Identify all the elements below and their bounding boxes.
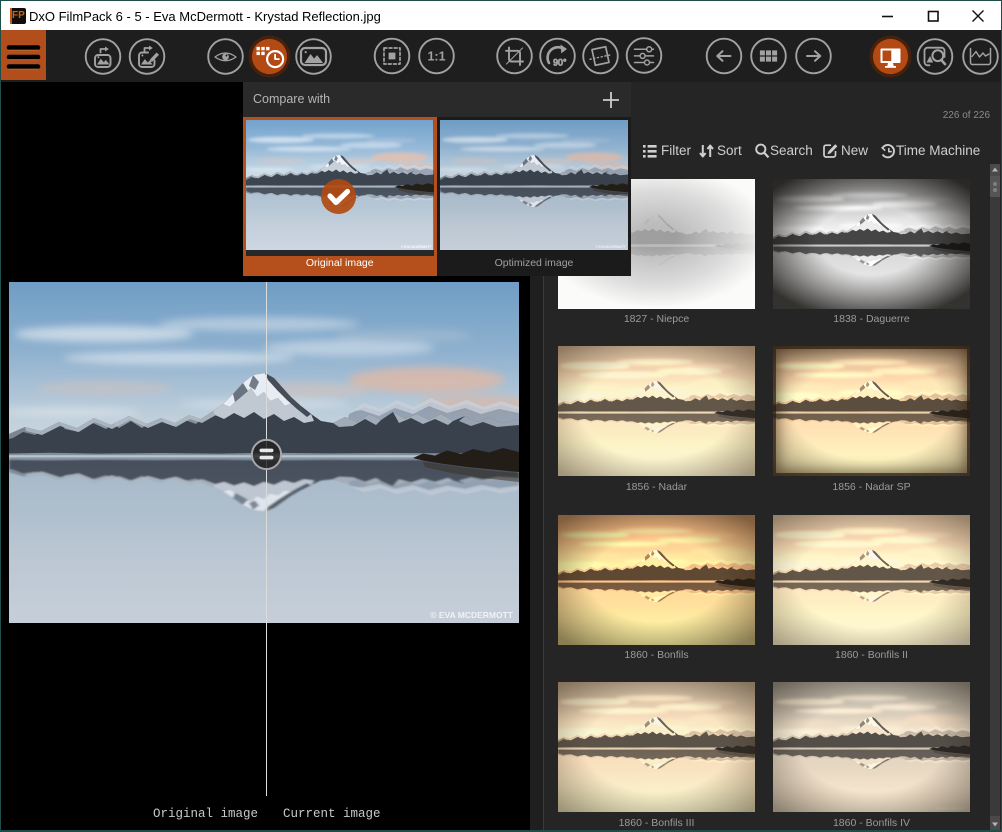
svg-text:1:1: 1:1 <box>427 50 445 64</box>
svg-text:90°: 90° <box>553 58 566 68</box>
